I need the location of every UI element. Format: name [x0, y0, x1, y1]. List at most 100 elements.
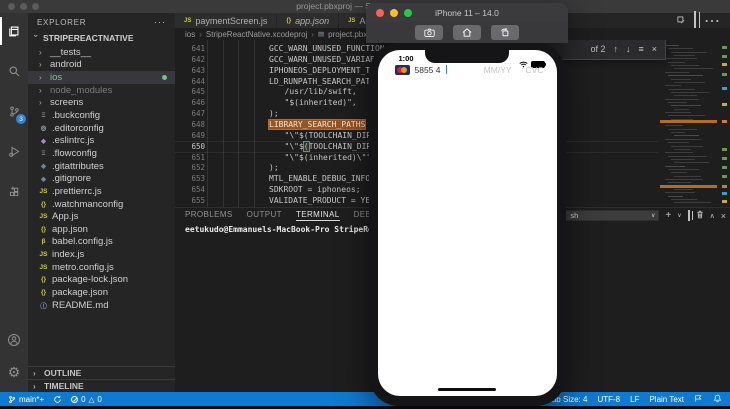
open-changes-icon[interactable]: [676, 12, 686, 30]
file-name: app.json: [52, 223, 88, 235]
next-match-icon[interactable]: ↓: [626, 44, 631, 54]
file-tree-item[interactable]: ◆ .gitattributes: [28, 160, 175, 173]
notifications-bell-icon[interactable]: [713, 394, 722, 405]
file-type-icon: JS: [39, 213, 48, 221]
file-tree-item[interactable]: {} app.json: [28, 223, 175, 236]
explorer-icon[interactable]: [0, 17, 28, 45]
file-tree-item[interactable]: JS App.js: [28, 210, 175, 223]
simulator-traffic-lights[interactable]: [376, 8, 412, 17]
file-tree-item[interactable]: › node_modules: [28, 84, 175, 97]
simulator-titlebar[interactable]: iPhone 11 – 14.0: [366, 3, 568, 22]
minimize-window-icon[interactable]: [390, 8, 398, 17]
file-tree-item[interactable]: › ios: [28, 71, 175, 84]
explorer-more-actions-icon[interactable]: ···: [154, 17, 166, 27]
git-branch-item[interactable]: main*+: [8, 395, 44, 404]
eol-item[interactable]: LF: [630, 395, 639, 404]
rotate-button[interactable]: [491, 25, 519, 40]
previous-match-icon[interactable]: ↑: [613, 44, 618, 54]
file-tree-item[interactable]: ⓘ README.md: [28, 299, 175, 312]
line-number: 645: [191, 87, 205, 97]
file-type-icon: JS: [39, 263, 48, 271]
find-in-selection-icon[interactable]: ≡: [638, 44, 643, 54]
zoom-window-icon[interactable]: [404, 8, 412, 17]
chevron-right-icon: ›: [39, 98, 42, 108]
account-icon[interactable]: [0, 326, 28, 354]
sync-icon[interactable]: [53, 395, 62, 404]
editor-tab[interactable]: JS paymentScreen.js: [175, 13, 278, 28]
file-tree-item[interactable]: JS .prettierrc.js: [28, 185, 175, 198]
activity-bar: 3 ⚙: [0, 13, 28, 392]
chevron-down-icon: ∨: [650, 213, 656, 219]
file-tree-item[interactable]: › __tests__: [28, 46, 175, 59]
maximize-panel-icon[interactable]: ∧: [710, 212, 715, 220]
file-tree-item[interactable]: › android: [28, 59, 175, 72]
breadcrumb-item[interactable]: ios: [185, 30, 195, 39]
new-terminal-icon[interactable]: +: [665, 210, 671, 221]
file-name: package-lock.json: [52, 274, 129, 286]
outline-section[interactable]: › OUTLINE: [28, 366, 175, 379]
panel-tab-terminal[interactable]: TERMINAL: [295, 210, 340, 221]
search-icon[interactable]: [0, 57, 28, 85]
find-match-highlight: LIBRARY_SEARCH_PATHS: [267, 118, 367, 130]
run-debug-icon[interactable]: [0, 137, 28, 165]
line-number: 647: [191, 109, 205, 119]
close-window-icon[interactable]: [376, 8, 384, 17]
panel-tab-output[interactable]: OUTPUT: [247, 210, 282, 220]
minimap[interactable]: [660, 40, 717, 207]
file-tree-item[interactable]: {} .watchmanconfig: [28, 198, 175, 211]
settings-gear-icon[interactable]: ⚙: [0, 358, 28, 386]
vscode-window: project.pbxproj — StripeReactNative 3 ⚙ …: [0, 0, 730, 409]
project-section-header[interactable]: › STRIPEREACTNATIVE: [28, 31, 175, 45]
screenshot-button[interactable]: [415, 25, 443, 40]
file-tree-item[interactable]: β babel.config.js: [28, 236, 175, 249]
file-tree-item[interactable]: › screens: [28, 97, 175, 110]
file-name: node_modules: [50, 84, 113, 96]
line-number: 642: [191, 54, 205, 64]
kill-terminal-icon[interactable]: [696, 210, 704, 221]
new-terminal-dropdown-icon[interactable]: ∨: [677, 212, 681, 219]
file-icon: ▤: [317, 31, 325, 38]
file-tree-item[interactable]: Ξ .flowconfig: [28, 147, 175, 160]
split-terminal-icon[interactable]: [687, 210, 690, 221]
feedback-icon[interactable]: [694, 394, 703, 405]
line-number: 646: [191, 98, 205, 108]
line-number: 655: [191, 195, 205, 205]
file-tree-item[interactable]: {} package.json: [28, 286, 175, 299]
home-button[interactable]: [453, 25, 481, 40]
file-tree-item[interactable]: JS index.js: [28, 248, 175, 261]
card-number-input[interactable]: 5855 4 MM/YY CVC: [394, 63, 546, 76]
editor-tab[interactable]: {} app.json: [277, 13, 340, 28]
line-number: 654: [191, 185, 205, 195]
file-type-icon: ◎: [40, 125, 47, 133]
extensions-icon[interactable]: [0, 177, 28, 205]
window-title: project.pbxproj — StripeReactNative: [296, 1, 434, 11]
panel-tab-problems[interactable]: PROBLEMS: [185, 210, 233, 220]
breadcrumb-separator: ›: [199, 29, 202, 39]
file-type-icon: {}: [40, 200, 47, 208]
source-control-icon[interactable]: 3: [0, 97, 28, 125]
breadcrumb-item[interactable]: StripeReactNative.xcodeproj: [206, 30, 307, 39]
close-find-icon[interactable]: ×: [652, 44, 657, 54]
problems-item[interactable]: 0 △ 0: [71, 395, 102, 404]
expiry-input[interactable]: MM/YY: [484, 65, 512, 75]
timeline-section[interactable]: › TIMELINE: [28, 379, 175, 392]
file-name: babel.config.js: [52, 236, 113, 248]
file-tree-item[interactable]: ◎ .editorconfig: [28, 122, 175, 135]
warnings-icon: △: [88, 394, 95, 404]
split-editor-icon[interactable]: [694, 10, 696, 30]
encoding-item[interactable]: UTF-8: [597, 395, 620, 404]
file-name: ios: [50, 72, 63, 84]
file-name: package.json: [52, 286, 108, 298]
close-panel-icon[interactable]: ×: [721, 211, 726, 221]
file-type-icon: JS: [39, 187, 48, 195]
file-name: index.js: [52, 249, 85, 261]
file-tree-item[interactable]: JS metro.config.js: [28, 261, 175, 274]
file-tree-item[interactable]: ◆ .eslintrc.js: [28, 134, 175, 147]
language-mode-item[interactable]: Plain Text: [649, 395, 684, 404]
file-tree-item[interactable]: Ξ .buckconfig: [28, 109, 175, 122]
file-tree-item[interactable]: {} package-lock.json: [28, 274, 175, 287]
overview-ruler[interactable]: [722, 40, 730, 207]
status-time: 1:00: [398, 54, 414, 63]
cvc-input[interactable]: CVC: [526, 65, 544, 75]
file-tree-item[interactable]: ◆ .gitignore: [28, 172, 175, 185]
